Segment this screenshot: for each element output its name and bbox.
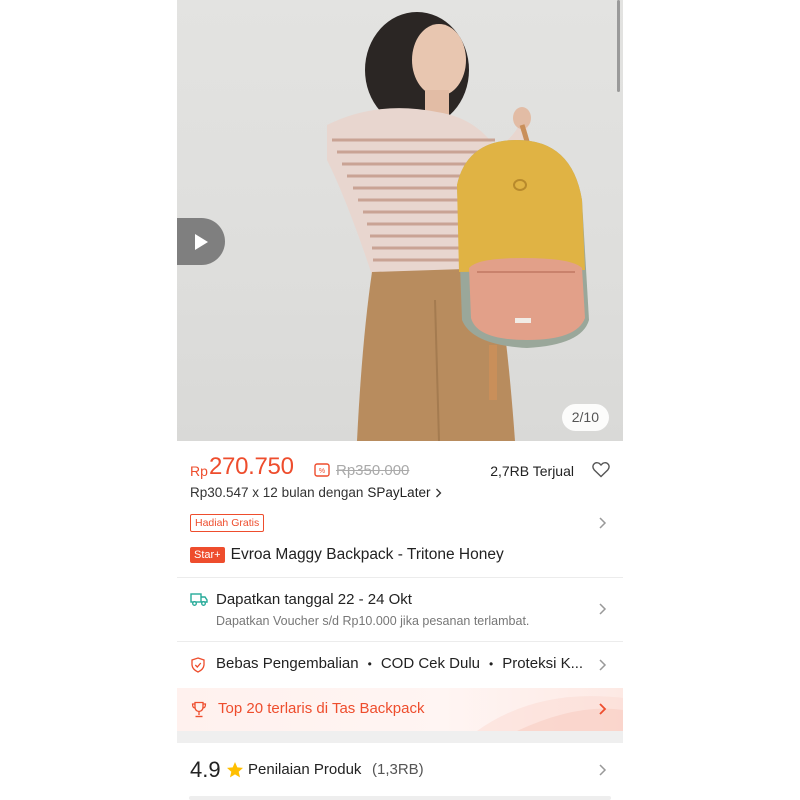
play-icon xyxy=(195,233,208,250)
video-play-button[interactable] xyxy=(177,218,225,265)
separator-dot: • xyxy=(489,657,494,671)
rating-row[interactable]: 4.9 Penilaian Produk (1,3RB) xyxy=(177,743,623,795)
coin-discount-icon: % xyxy=(314,463,330,477)
product-title-row: Star+ Evroa Maggy Backpack - Tritone Hon… xyxy=(190,546,504,564)
product-title: Evroa Maggy Backpack - Tritone Honey xyxy=(230,546,504,563)
delivery-date: Dapatkan tanggal 22 - 24 Okt xyxy=(216,591,412,608)
shield-check-icon xyxy=(191,657,205,673)
guarantee-item-cod: COD Cek Dulu xyxy=(380,655,481,672)
free-gift-row[interactable]: Hadiah Gratis xyxy=(177,510,623,536)
original-price: Rp350.000 xyxy=(336,462,410,479)
trophy-icon xyxy=(191,701,207,718)
installment-text: Rp30.547 x 12 bulan dengan xyxy=(190,485,364,500)
rating-score: 4.9 xyxy=(190,757,221,782)
svg-text:%: % xyxy=(319,468,325,475)
chevron-right-icon xyxy=(599,659,607,671)
sold-count: 2,7RB Terjual xyxy=(490,463,574,479)
current-price: 270.750 xyxy=(209,453,294,480)
guarantee-item-returns: Bebas Pengembalian xyxy=(216,655,359,672)
truck-icon xyxy=(190,593,208,606)
price-currency: Rp xyxy=(190,463,208,479)
installment-provider: SPayLater xyxy=(367,485,431,500)
separator-dot: • xyxy=(367,657,372,671)
product-photo xyxy=(327,12,589,441)
review-preview-edge xyxy=(189,796,611,800)
chevron-right-icon xyxy=(436,488,442,497)
scrollbar[interactable] xyxy=(617,0,620,92)
image-counter: 2/10 xyxy=(561,404,609,431)
star-plus-badge: Star+ xyxy=(190,547,225,563)
chevron-right-icon xyxy=(599,517,607,529)
guarantee-item-protection: Proteksi K... xyxy=(502,655,584,672)
product-page: 2/10 Rp 270.750 % Rp350.000 2,7RB Terjua… xyxy=(177,0,623,800)
price-row: Rp 270.750 % Rp350.000 2,7RB Terjual xyxy=(190,453,610,483)
section-separator xyxy=(177,731,623,743)
rating-label: Penilaian Produk xyxy=(248,761,362,778)
chevron-right-icon xyxy=(599,603,607,615)
top-seller-text: Top 20 terlaris di Tas Backpack xyxy=(218,700,425,717)
installment-link[interactable]: Rp30.547 x 12 bulan dengan SPayLater xyxy=(190,485,442,500)
delivery-voucher-note: Dapatkan Voucher s/d Rp10.000 jika pesan… xyxy=(216,614,530,628)
free-gift-badge: Hadiah Gratis xyxy=(190,514,265,532)
heart-icon[interactable] xyxy=(592,461,610,478)
delivery-row[interactable]: Dapatkan tanggal 22 - 24 Okt Dapatkan Vo… xyxy=(177,578,623,640)
product-image-gallery[interactable]: 2/10 xyxy=(177,0,623,441)
rating-count: (1,3RB) xyxy=(372,761,424,778)
guarantee-row[interactable]: Bebas Pengembalian • COD Cek Dulu • Proteksi… xyxy=(177,642,623,687)
chevron-right-icon xyxy=(599,703,607,715)
star-icon xyxy=(227,762,243,778)
chevron-right-icon xyxy=(599,764,607,776)
guarantee-list: Bebas Pengembalian • COD Cek Dulu • Proteksi… xyxy=(216,655,583,672)
top-seller-banner[interactable]: Top 20 terlaris di Tas Backpack xyxy=(177,688,623,731)
